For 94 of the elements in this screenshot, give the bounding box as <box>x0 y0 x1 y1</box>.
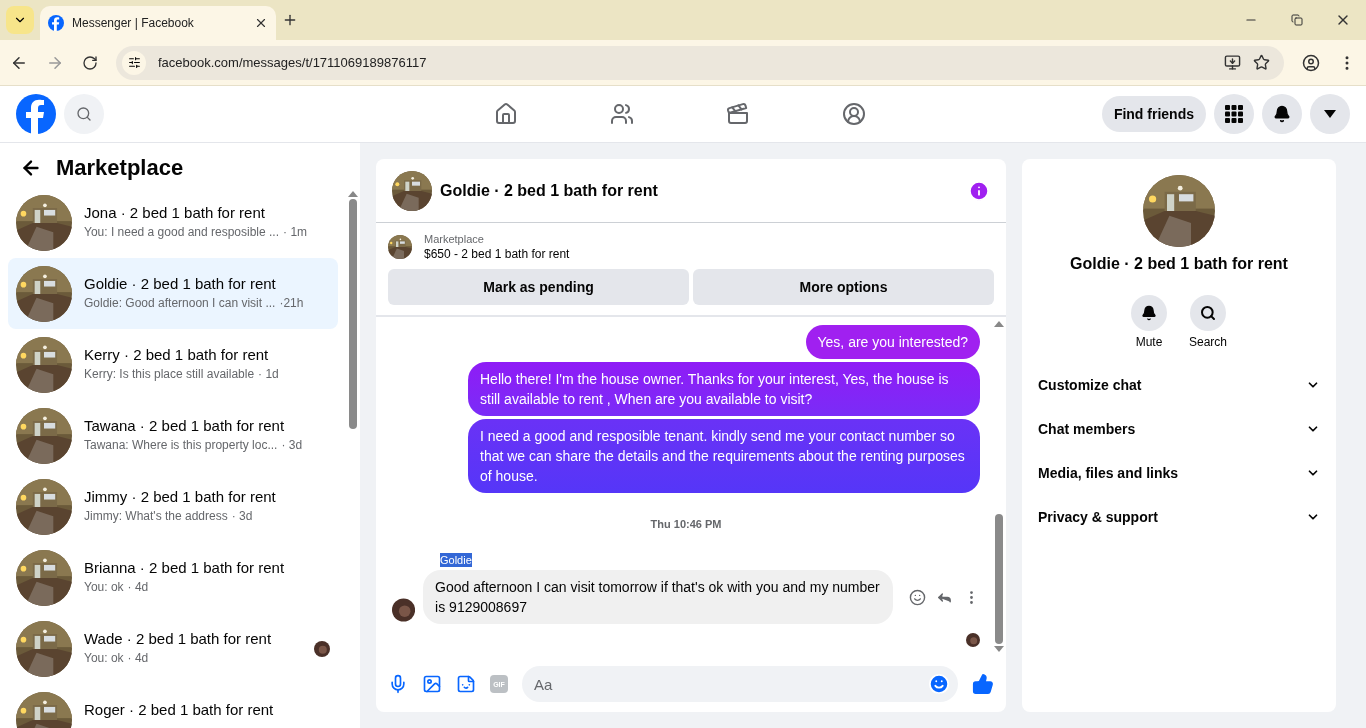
notifications-button[interactable] <box>1262 94 1302 134</box>
details-section[interactable]: Privacy & support <box>1030 495 1328 539</box>
like-icon[interactable] <box>972 673 994 695</box>
action-label: Mute <box>1135 335 1163 349</box>
sent-message: I need a good and resposible tenant. kindly send me your contact number so that we can share the details and the requirements about the renting purposes of house. <box>468 419 980 493</box>
conversation-name: Jona · 2 bed 1 bath for rent <box>84 203 266 221</box>
details-section[interactable]: Chat members <box>1030 407 1328 451</box>
conversation-item[interactable]: Brianna · 2 bed 1 bath for rent You: ok · 4d <box>8 542 338 613</box>
search-icon <box>76 106 92 122</box>
caret-icon <box>1324 110 1336 118</box>
conversation-item[interactable]: Goldie · 2 bed 1 bath for rent Goldie: Good afternoon I can visit ... ·21h <box>8 258 338 329</box>
tab-title: Messenger | Facebook <box>72 16 195 30</box>
conversation-name: Kerry · 2 bed 1 bath for rent <box>84 345 270 363</box>
conversation-name: Roger · 2 bed 1 bath for rent <box>84 700 275 718</box>
bell-icon <box>1141 305 1157 321</box>
reload-icon[interactable] <box>82 54 98 71</box>
message-preview: You: ok <box>84 579 124 594</box>
friends-icon[interactable] <box>610 102 634 126</box>
avatar-icon <box>966 633 980 647</box>
section-label: Chat members <box>1038 421 1136 437</box>
search-button[interactable] <box>1190 295 1226 331</box>
site-settings-button[interactable] <box>122 50 146 75</box>
message-preview: You: ok <box>84 650 124 665</box>
search-icon <box>1200 305 1216 321</box>
video-icon[interactable] <box>726 102 750 126</box>
url-text[interactable]: facebook.com/messages/t/1711069189876117 <box>158 55 427 70</box>
browser-tab[interactable]: Messenger | Facebook <box>40 6 276 40</box>
profile-icon[interactable] <box>1302 53 1320 72</box>
section-label: Customize chat <box>1038 377 1142 393</box>
listing-button[interactable]: Mark as pending <box>388 269 689 305</box>
info-icon[interactable] <box>968 179 990 202</box>
conversation-item[interactable]: Jimmy · 2 bed 1 bath for rent Jimmy: What's the address · 3d <box>8 471 338 542</box>
install-app-icon[interactable] <box>1224 54 1241 71</box>
avatar-icon <box>392 596 416 624</box>
received-message: Good afternoon I can visit tomorrow if that's ok with you and my number is 9129008697 <box>423 570 893 624</box>
facebook-logo-icon <box>48 15 64 31</box>
conversation-item[interactable]: Tawana · 2 bed 1 bath for rent Tawana: Where is this property loc... · 3d <box>8 400 338 471</box>
message-preview: Tawana: Where is this property loc... <box>84 437 278 452</box>
home-icon[interactable] <box>494 102 518 126</box>
sent-message: Hello there! I'm the house owner. Thanks for your interest, Yes, the house is still available to rent , When are you available to visit? <box>468 362 980 416</box>
bell-icon <box>1273 105 1291 123</box>
message-timestamp: Thu 10:46 PM <box>650 518 722 530</box>
section-label: Privacy & support <box>1038 509 1158 525</box>
conversation-item[interactable]: Kerry · 2 bed 1 bath for rent Kerry: Is this place still available · 1d <box>8 329 338 400</box>
conversation-item[interactable]: Roger · 2 bed 1 bath for rent <box>8 684 338 728</box>
listing-source: Marketplace <box>424 233 485 245</box>
listing-price: $650 - 2 bed 1 bath for rent <box>424 247 570 261</box>
react-icon[interactable] <box>909 588 926 606</box>
conversation-name: Goldie · 2 bed 1 bath for rent <box>84 274 277 292</box>
microphone-icon[interactable] <box>388 674 408 694</box>
message-preview: You: I need a good and resposible ... <box>84 224 280 239</box>
message-time: · 1m <box>283 224 308 239</box>
message-time: · 4d <box>127 650 149 665</box>
emoji-icon[interactable] <box>928 673 950 695</box>
new-tab-icon[interactable] <box>282 12 298 28</box>
find-friends-button[interactable]: Find friends <box>1101 96 1206 132</box>
details-section[interactable]: Media, files and links <box>1030 451 1328 495</box>
conversation-item[interactable]: Wade · 2 bed 1 bath for rent You: ok · 4d <box>8 613 338 684</box>
sliders-icon <box>127 56 141 69</box>
sticker-icon[interactable] <box>456 674 476 694</box>
action-label: Search <box>1189 335 1227 349</box>
chat-title: Goldie · 2 bed 1 bath for rent <box>440 181 659 200</box>
conversation-name: Jimmy · 2 bed 1 bath for rent <box>84 487 277 505</box>
section-label: Media, files and links <box>1038 465 1179 481</box>
message-time: · 3d <box>231 508 253 523</box>
message-time: ·21h <box>279 295 304 310</box>
mute-button[interactable] <box>1131 295 1167 331</box>
message-time: · 1d <box>258 366 279 381</box>
restore-icon[interactable] <box>1291 14 1303 26</box>
menu-grid-button[interactable] <box>1214 94 1254 134</box>
sidebar-title: Marketplace <box>56 155 184 181</box>
details-title: Goldie · 2 bed 1 bath for rent <box>1070 255 1288 273</box>
close-icon[interactable] <box>254 16 268 30</box>
facebook-logo-icon[interactable] <box>16 94 56 134</box>
sender-name: Goldie <box>440 553 472 567</box>
message-time: · 4d <box>127 579 149 594</box>
image-icon[interactable] <box>422 674 442 694</box>
groups-icon[interactable] <box>842 102 866 126</box>
message-time: · 3d <box>281 437 303 452</box>
message-preview: Jimmy: What's the address <box>84 508 228 523</box>
message-preview: Kerry: Is this place still available <box>84 366 255 381</box>
message-preview: Goldie: Good afternoon I can visit ... <box>84 295 276 310</box>
conversation-name: Wade · 2 bed 1 bath for rent <box>84 629 273 647</box>
details-section[interactable]: Customize chat <box>1030 363 1328 407</box>
avatar-icon <box>314 640 330 657</box>
listing-button[interactable]: More options <box>693 269 994 305</box>
message-input[interactable]: Aa <box>522 666 958 702</box>
bookmark-star-icon[interactable] <box>1253 54 1270 71</box>
account-menu-button[interactable] <box>1310 94 1350 134</box>
conversation-name: Brianna · 2 bed 1 bath for rent <box>84 558 286 576</box>
conversation-name: Tawana · 2 bed 1 bath for rent <box>84 416 286 434</box>
grid-icon <box>1225 105 1243 123</box>
conversation-item[interactable]: Jona · 2 bed 1 bath for rent You: I need a good and resposible ... · 1m <box>8 187 338 258</box>
sent-message: Yes, are you interested? <box>805 325 980 359</box>
